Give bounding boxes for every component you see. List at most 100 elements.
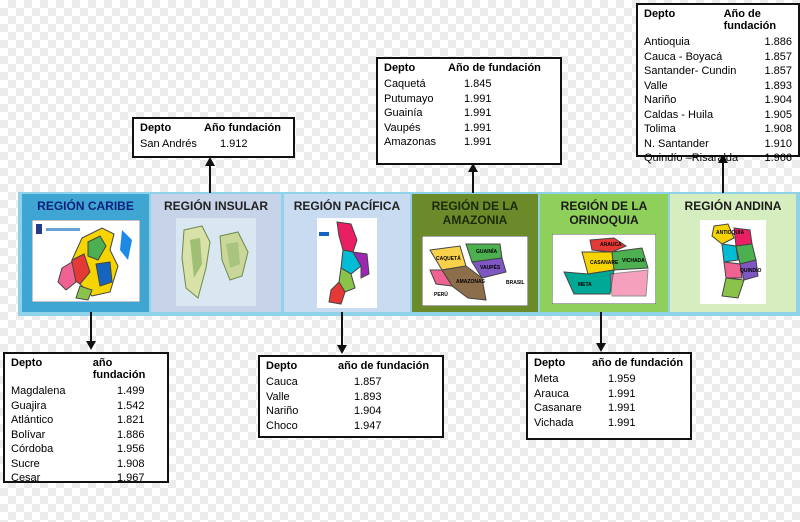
panel-region-andina: REGIÓN ANDINA ANTIOQUIA QUINDÍO (670, 194, 796, 312)
table-row: Caquetá 1.845 (384, 77, 554, 92)
map-label: META (578, 282, 592, 288)
founding-year: 1.908 (764, 123, 792, 135)
table-orinoquia: Depto año de fundación Meta 1.959 Arauca 1.99… (526, 352, 692, 440)
header-depto: Depto (140, 122, 172, 134)
map-label: GUAINÍA (476, 247, 498, 255)
table-row: Quindío –Risaralda 1.966 (644, 151, 792, 166)
founding-year: 1.886 (764, 36, 792, 48)
department-name: Quindío –Risaralda (644, 152, 739, 164)
founding-year: 1.857 (764, 65, 792, 77)
founding-year: 1.857 (764, 50, 792, 63)
department-name: Casanare (534, 402, 582, 414)
department-name: Vichada (534, 416, 574, 429)
amazonia-map: CAQUETÁ GUAINÍA VAUPÉS AMAZONAS PERÚ BRA… (422, 236, 528, 306)
table-caribe: Depto año fundación Magdalena 1.499 Guajira 1… (3, 352, 169, 486)
map-label: QUINDÍO (740, 266, 762, 274)
header-year: Año de fundación (723, 8, 777, 32)
department-name: Cesar (11, 472, 41, 484)
founding-year: 1.991 (464, 92, 492, 105)
region-title: REGIÓN CARIBE (37, 199, 134, 213)
founding-year: 1.991 (608, 387, 636, 400)
arrow-down-icon (337, 345, 347, 354)
header-year: Año fundación (204, 122, 281, 134)
connector-line (209, 165, 211, 193)
table-row: Nariño 1.904 (644, 93, 792, 108)
table-row: Santander- Cundin 1.857 (644, 64, 792, 79)
table-row: Arauca 1.991 (534, 387, 684, 402)
table-row: Vaupés 1.991 (384, 121, 554, 136)
table-row: Bolívar 1.886 (11, 428, 161, 443)
founding-year: 1.904 (764, 94, 792, 106)
department-name: Cauca (266, 376, 298, 388)
table-header: Depto año de fundación (534, 357, 684, 369)
table-header: Depto año fundación (11, 357, 161, 381)
founding-year: 1.991 (608, 416, 636, 429)
arrow-down-icon (596, 343, 606, 352)
department-name: Bolívar (11, 428, 46, 441)
header-year: año de fundación (592, 357, 684, 369)
map-label: CASANARE (590, 260, 619, 266)
map-label: PERÚ (434, 291, 448, 298)
founding-year: 1.966 (764, 152, 792, 164)
founding-year: 1.959 (608, 373, 636, 385)
table-andina: Depto Año de fundación Antioquia 1.886 Cauca… (636, 3, 800, 164)
department-name: Guainía (384, 107, 423, 119)
pacifica-map (317, 218, 377, 308)
department-name: Valle (644, 79, 668, 92)
table-row: Sucre 1.908 (11, 457, 161, 472)
table-row: Amazonas 1.991 (384, 135, 554, 150)
founding-year: 1.967 (117, 472, 145, 484)
panel-region-orinoquia: REGIÓN DE LA ORINOQUIA ARAUCA CASANARE V… (540, 194, 668, 312)
panel-region-pacifica: REGIÓN PACÍFICA (284, 194, 410, 312)
table-row: San Andrés 1.912 (140, 137, 287, 152)
founding-year: 1.991 (464, 136, 492, 148)
table-row: Caldas - Huila 1.905 (644, 108, 792, 123)
founding-year: 1.912 (220, 138, 248, 150)
table-pacifica: Depto año de fundación Cauca 1.857 Valle 1.89… (258, 355, 444, 438)
department-name: Arauca (534, 387, 569, 400)
header-depto: Depto (266, 360, 298, 372)
connector-line (341, 312, 343, 346)
department-name: Cauca - Boyacá (644, 50, 723, 63)
founding-year: 1.908 (117, 457, 145, 470)
founding-year: 1.886 (117, 428, 145, 441)
founding-year: 1.542 (117, 399, 145, 412)
table-row: Magdalena 1.499 (11, 384, 161, 399)
table-row: Meta 1.959 (534, 372, 684, 387)
table-row: Cauca 1.857 (266, 375, 436, 390)
founding-year: 1.845 (464, 78, 492, 90)
table-header: Depto Año fundación (140, 122, 287, 134)
table-header: Depto Año de fundación (384, 62, 554, 74)
map-label: BRASIL (506, 280, 525, 286)
founding-year: 1.821 (117, 414, 145, 426)
map-label: VAUPÉS (480, 263, 501, 271)
founding-year: 1.956 (117, 443, 145, 455)
founding-year: 1.991 (608, 402, 636, 414)
region-title: REGIÓN INSULAR (163, 199, 268, 213)
map-label: ARAUCA (600, 242, 622, 248)
connector-line (90, 312, 92, 342)
header-year: año fundación (92, 357, 146, 381)
arrow-down-icon (86, 341, 96, 350)
table-row: Casanare 1.991 (534, 401, 684, 416)
region-title: REGIÓN PACÍFICA (293, 199, 401, 213)
insular-map (176, 218, 256, 306)
department-name: Valle (266, 390, 290, 403)
header-depto: Depto (534, 357, 566, 369)
table-row: Cesar 1.967 (11, 471, 161, 486)
andina-map: ANTIOQUIA QUINDÍO (700, 220, 766, 304)
department-name: Vaupés (384, 121, 421, 134)
table-row: Antioquia 1.886 (644, 35, 792, 50)
header-depto: Depto (384, 62, 416, 74)
founding-year: 1.947 (354, 419, 382, 432)
department-name: Antioquia (644, 36, 690, 48)
table-row: Tolima 1.908 (644, 122, 792, 137)
founding-year: 1.499 (117, 385, 145, 397)
founding-year: 1.857 (354, 376, 382, 388)
connector-line (600, 312, 602, 344)
founding-year: 1.905 (764, 108, 792, 121)
department-name: Guajira (11, 399, 47, 412)
connector-line (722, 161, 724, 193)
table-row: Choco 1.947 (266, 419, 436, 434)
table-header: Depto año de fundación (266, 360, 436, 372)
